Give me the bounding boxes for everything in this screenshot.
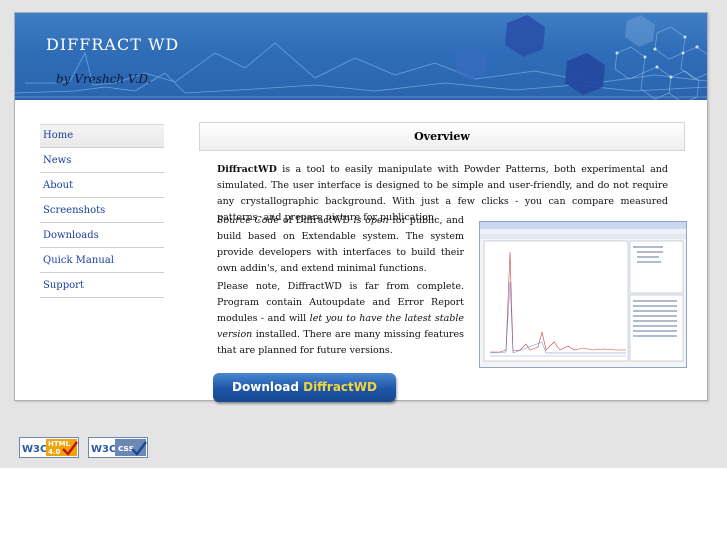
validator-badges: W3C HTML 4.0 W3C css xyxy=(19,437,152,458)
nav-item-support[interactable]: Support xyxy=(40,275,164,298)
note-paragraph: Please note, DiffractWD is far from comp… xyxy=(217,279,464,359)
source-paragraph: Source Code of DiffractWD is open for pu… xyxy=(217,213,464,277)
w3c-css-badge[interactable]: W3C css xyxy=(88,437,149,458)
html-version: 4.0 xyxy=(48,448,61,456)
w3c-html-badge[interactable]: W3C HTML 4.0 xyxy=(19,437,79,458)
details-column: Source Code of DiffractWD is open for pu… xyxy=(217,213,464,359)
download-product: DiffractWD xyxy=(303,380,377,394)
nav-item-home[interactable]: Home xyxy=(40,124,164,148)
section-title: Overview xyxy=(199,122,685,151)
app-screenshot-image xyxy=(480,222,686,362)
is-open-term: is open xyxy=(353,215,389,226)
nav-item-news[interactable]: News xyxy=(40,150,164,173)
nav-item-downloads[interactable]: Downloads xyxy=(40,225,164,248)
source-of-text: of DiffractWD xyxy=(279,215,354,226)
download-word: Download xyxy=(232,380,299,394)
css-w3c-mark: W3C xyxy=(91,444,116,455)
site-frame: DIFFRACT WD by Vreshch V.D. Home News Ab… xyxy=(14,12,708,402)
html-label: HTML xyxy=(48,440,71,448)
download-button[interactable]: Download DiffractWD xyxy=(213,373,396,402)
site-title: DIFFRACT WD xyxy=(46,35,180,54)
nav-item-quick-manual[interactable]: Quick Manual xyxy=(40,250,164,273)
crystal-structure-icon xyxy=(455,15,707,100)
html-w3c-mark: W3C xyxy=(22,444,47,455)
note-text-end: installed. There are many missing featur… xyxy=(217,329,464,356)
site-author: by Vreshch V.D. xyxy=(56,72,152,86)
source-code-term: Source Code xyxy=(217,215,280,226)
app-screenshot-thumbnail[interactable] xyxy=(479,221,687,368)
site-header: DIFFRACT WD by Vreshch V.D. xyxy=(15,13,707,100)
sidebar-nav: Home News About Screenshots Downloads Qu… xyxy=(40,124,164,300)
nav-item-about[interactable]: About xyxy=(40,175,164,198)
css-label: css xyxy=(118,444,134,454)
main-content: Overview DiffractWD is a tool to easily … xyxy=(199,122,687,402)
nav-item-screenshots[interactable]: Screenshots xyxy=(40,200,164,223)
product-name: DiffractWD xyxy=(217,164,277,175)
